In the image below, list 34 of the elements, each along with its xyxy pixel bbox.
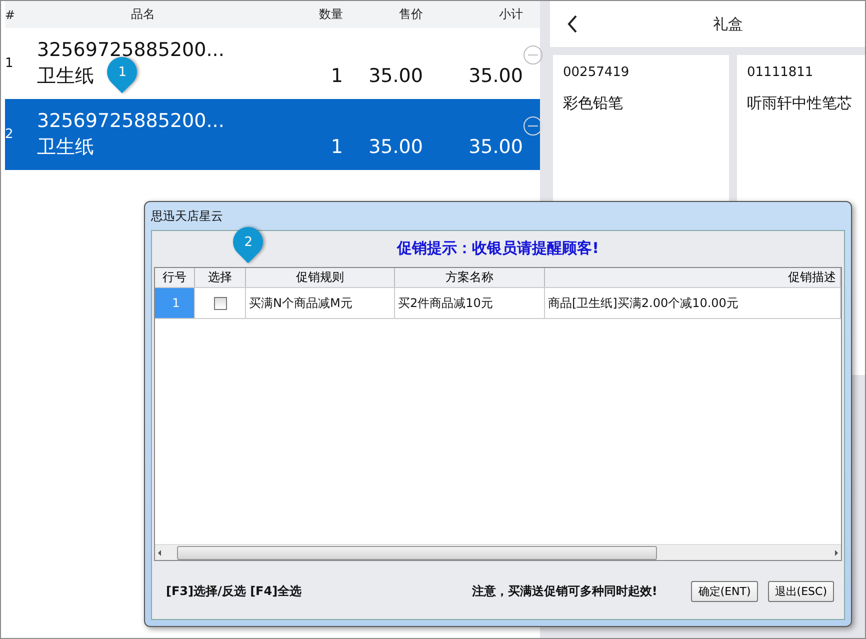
column-header: 方案名称 [395,268,545,287]
price: 35.00 [368,136,423,158]
subtotal: 35.00 [468,65,523,87]
dialog-heading: 促销提示：收银员请提醒顾客! [397,238,599,258]
category-title: 礼盒 [712,14,744,34]
product-name: 听雨轩中性笔芯 [747,94,853,113]
column-header: 选择 [195,268,246,287]
product-code: 01111811 [747,65,814,80]
column-header: 促销描述 [545,268,841,287]
column-header: 品名 [130,6,156,23]
shortcut-hint: [F3]选择/反选 [F4]全选 [166,582,302,600]
product-code: 32569725885200... [37,110,224,132]
dialog-title: 思迅天店星云 [151,208,224,224]
notice-text: 注意，买满送促销可多种同时起效! [472,582,658,600]
product-name: 卫生纸 [37,134,94,160]
column-header: 小计 [498,6,523,23]
row-number: 1 [155,288,195,318]
quantity: 1 [330,136,343,158]
column-header: # [5,8,16,22]
table-cell: 商品[卫生纸]买满2.00个减10.00元 [545,288,841,318]
row-number: 2 [5,127,14,142]
column-header: 售价 [398,6,423,23]
column-header: 数量 [318,6,343,23]
product-name: 彩色铅笔 [563,94,624,113]
row-number: 1 [5,56,14,71]
table-cell: 买2件商品减10元 [395,288,545,318]
subtotal: 35.00 [468,136,523,158]
price: 35.00 [368,65,423,87]
column-header: 行号 [155,268,195,287]
product-code: 00257419 [563,65,630,80]
product-name: 卫生纸 [37,64,94,88]
table-cell: 买满N个商品减M元 [246,288,395,318]
quantity: 1 [330,65,343,87]
column-header: 促销规则 [246,268,395,287]
